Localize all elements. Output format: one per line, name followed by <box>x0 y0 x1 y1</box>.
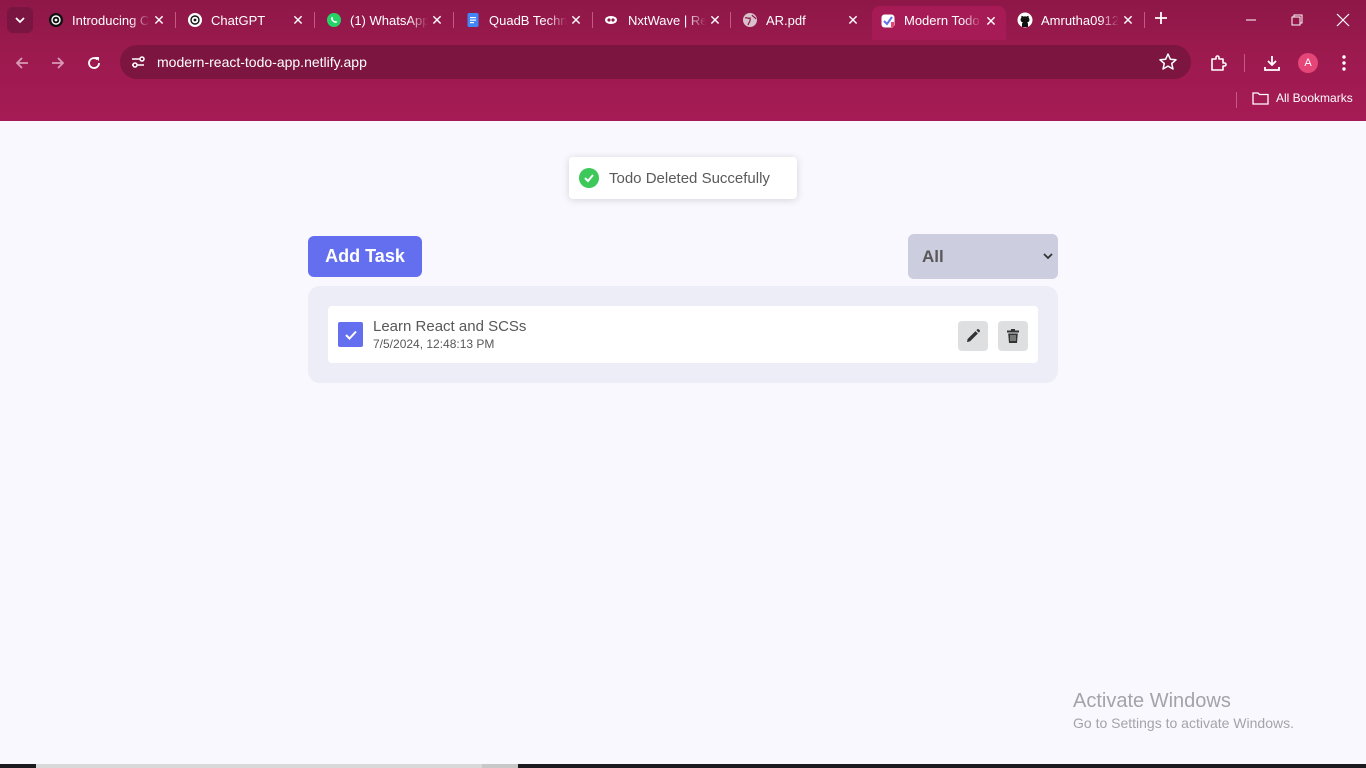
add-task-button[interactable]: Add Task <box>308 236 422 277</box>
folder-icon <box>1252 92 1269 105</box>
status-filter-select[interactable]: All <box>908 234 1058 279</box>
globe-icon <box>742 12 758 28</box>
tab-divider <box>1144 12 1145 28</box>
close-icon[interactable]: ✕ <box>428 12 446 29</box>
tab-whatsapp[interactable]: (1) WhatsApp ✕ <box>318 6 452 34</box>
pencil-icon <box>967 329 980 342</box>
tab-title: Introducing ChatGPT <box>72 12 150 28</box>
whatsapp-icon <box>326 12 342 28</box>
downloads-button[interactable] <box>1260 51 1284 75</box>
tab-title: (1) WhatsApp <box>350 12 428 28</box>
close-icon[interactable]: ✕ <box>1119 12 1137 29</box>
bookmarks-bar <box>0 86 1366 121</box>
tab-title: QuadB Technologies <box>489 12 567 28</box>
close-icon[interactable]: ✕ <box>844 12 862 29</box>
todo-checkbox[interactable] <box>338 322 363 347</box>
puzzle-icon <box>1211 55 1227 71</box>
todo-item: Learn React and SCSs 7/5/2024, 12:48:13 … <box>328 306 1038 363</box>
tab-divider <box>592 12 593 28</box>
browser-toolbar: modern-react-todo-app.netlify.app <box>0 40 1366 86</box>
browser-chrome: Introducing ChatGPT ✕ ChatGPT ✕ (1) What… <box>0 0 1366 121</box>
close-icon[interactable]: ✕ <box>289 12 307 29</box>
openai-icon <box>48 12 64 28</box>
success-toast: Todo Deleted Succefully <box>569 157 797 199</box>
trash-icon <box>1007 329 1019 343</box>
restore-button[interactable] <box>1285 8 1309 32</box>
docs-icon <box>465 12 481 28</box>
scrollbar-thumb[interactable] <box>36 764 482 768</box>
profile-avatar[interactable]: A <box>1298 53 1318 73</box>
kebab-menu-icon <box>1342 55 1346 71</box>
extensions-button[interactable] <box>1206 51 1230 75</box>
all-bookmarks-button[interactable]: All Bookmarks <box>1252 91 1353 105</box>
new-tab-button[interactable] <box>1150 8 1172 32</box>
tab-divider <box>730 12 731 28</box>
tab-chatgpt[interactable]: ChatGPT ✕ <box>179 6 313 34</box>
minimize-button[interactable] <box>1239 8 1263 32</box>
tab-divider <box>314 12 315 28</box>
tab-github[interactable]: Amrutha0912 ✕ <box>1009 6 1143 34</box>
bookmarks-divider <box>1236 92 1237 108</box>
tab-title: Modern Todo App <box>904 13 982 28</box>
arrow-right-icon <box>52 57 65 69</box>
scrollbar-thumb-end <box>482 764 518 768</box>
back-button[interactable] <box>10 51 34 75</box>
menu-button[interactable] <box>1332 51 1356 75</box>
todo-app-icon <box>880 13 896 29</box>
nxtwave-icon <box>604 12 620 28</box>
tab-divider <box>175 12 176 28</box>
bookmark-star-icon[interactable] <box>1158 52 1178 72</box>
tab-ar-pdf[interactable]: AR.pdf ✕ <box>734 6 868 34</box>
close-icon[interactable]: ✕ <box>982 13 1000 30</box>
reload-button[interactable] <box>82 51 106 75</box>
taskbar-edge <box>0 764 1366 768</box>
filter-value: All <box>922 247 944 266</box>
tab-strip: Introducing ChatGPT ✕ ChatGPT ✕ (1) What… <box>0 0 1366 40</box>
site-settings-icon[interactable] <box>129 53 147 71</box>
tab-divider <box>453 12 454 28</box>
delete-todo-button[interactable] <box>998 321 1028 351</box>
forward-button[interactable] <box>46 51 70 75</box>
tab-quadb[interactable]: QuadB Technologies ✕ <box>457 6 591 34</box>
tab-title: NxtWave | Reviews <box>628 12 706 28</box>
close-icon <box>1336 13 1350 27</box>
activate-title: Activate Windows <box>1073 690 1231 712</box>
check-circle-icon <box>579 168 599 188</box>
minimize-icon <box>1246 19 1256 21</box>
address-bar[interactable]: modern-react-todo-app.netlify.app <box>120 45 1191 79</box>
all-bookmarks-label: All Bookmarks <box>1276 91 1353 105</box>
restore-icon <box>1291 14 1303 26</box>
activate-subtitle: Go to Settings to activate Windows. <box>1073 715 1294 731</box>
chevron-down-icon <box>15 17 25 24</box>
reload-icon <box>88 57 100 69</box>
toolbar-divider <box>1244 54 1245 72</box>
edit-todo-button[interactable] <box>958 321 988 351</box>
url-text: modern-react-todo-app.netlify.app <box>157 54 367 70</box>
tab-introducing-chatgpt[interactable]: Introducing ChatGPT ✕ <box>40 6 174 34</box>
toast-message: Todo Deleted Succefully <box>609 169 770 187</box>
checkmark-icon <box>344 330 357 340</box>
tab-title: Amrutha0912 <box>1041 12 1119 28</box>
close-window-button[interactable] <box>1331 8 1355 32</box>
download-icon <box>1264 56 1280 71</box>
close-icon[interactable]: ✕ <box>706 12 724 29</box>
github-icon <box>1017 12 1033 28</box>
tab-title: ChatGPT <box>211 12 266 28</box>
close-icon[interactable]: ✕ <box>150 12 168 29</box>
tab-nxtwave[interactable]: NxtWave | Reviews ✕ <box>596 6 730 34</box>
chevron-down-icon <box>1043 253 1053 260</box>
tab-title: AR.pdf <box>766 12 806 28</box>
plus-icon <box>1155 12 1167 24</box>
todo-title: Learn React and SCSs <box>373 318 527 335</box>
close-icon[interactable]: ✕ <box>567 12 585 29</box>
tab-search-button[interactable] <box>7 7 33 33</box>
tab-modern-todo[interactable]: Modern Todo App ✕ <box>872 6 1006 40</box>
windows-activation-watermark: Activate Windows Go to Settings to activ… <box>1073 690 1294 731</box>
openai-icon <box>187 12 203 28</box>
todo-timestamp: 7/5/2024, 12:48:13 PM <box>373 337 495 351</box>
arrow-left-icon <box>15 57 28 69</box>
